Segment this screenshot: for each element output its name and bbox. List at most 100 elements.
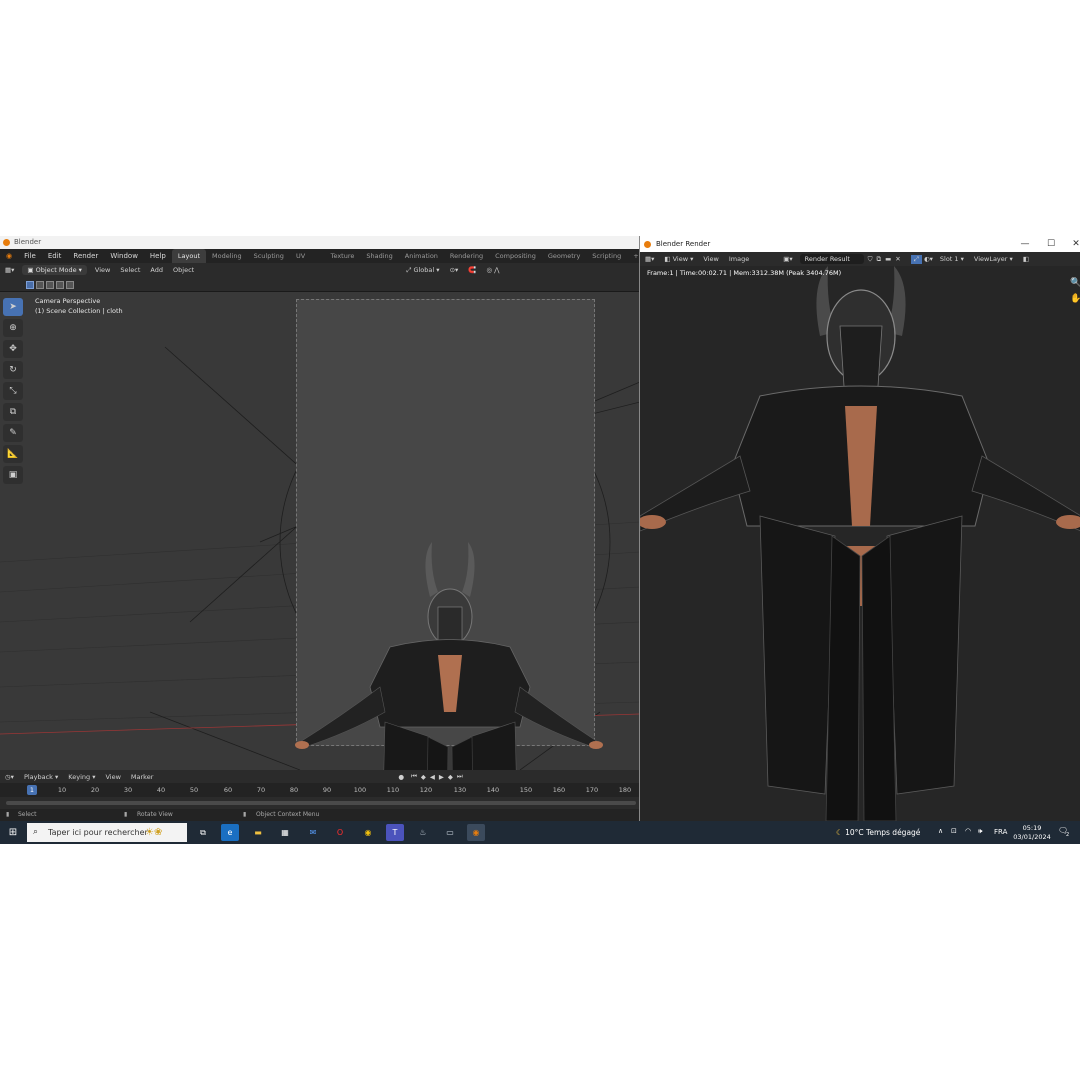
current-frame-indicator[interactable]: 1 [27,785,37,795]
zoom-icon[interactable]: 🔍 [1070,278,1080,288]
timeline-ruler[interactable]: 1 10 20 30 40 50 60 70 80 90 100 110 120… [0,783,640,797]
rotate-icon[interactable]: ↻ [3,361,23,379]
timeline-editor-icon[interactable]: ◷▾ [0,773,19,781]
menu-add[interactable]: Add [145,266,168,274]
select-invert-icon[interactable] [56,281,64,289]
character-model[interactable] [280,537,610,770]
select-new-icon[interactable] [26,281,34,289]
tab-compositing[interactable]: Compositing [489,249,542,263]
minimize-icon[interactable]: — [1017,236,1033,252]
viewlayer-dropdown[interactable]: ViewLayer ▾ [969,255,1018,263]
steam-icon[interactable]: ♨ [414,824,432,841]
menu-select[interactable]: Select [115,266,145,274]
jump-end-icon[interactable]: ⏭ [455,772,465,781]
jump-start-icon[interactable]: ⏮ [409,772,419,781]
windows-start-icon[interactable]: ⊞ [4,824,22,841]
blender-taskbar-icon[interactable]: ◉ [467,824,485,841]
prev-keyframe-icon[interactable]: ◆ [419,773,428,781]
image-editor-icon[interactable]: ▦▾ [640,255,659,263]
close-icon[interactable]: ✕ [1068,236,1080,252]
play-reverse-icon[interactable]: ◀ [428,773,437,781]
transform-icon[interactable]: ⧉ [3,403,23,421]
menu-keying[interactable]: Keying ▾ [63,773,100,781]
3d-viewport[interactable]: Camera Perspective (1) Scene Collection … [0,292,640,770]
record-icon[interactable]: ● [393,773,409,781]
add-cube-icon[interactable]: ▣ [3,466,23,484]
open-folder-icon[interactable]: ▬ [883,255,893,263]
unlink-icon[interactable]: ✕ [893,255,902,263]
opera-icon[interactable]: O [331,824,349,841]
network-icon[interactable]: ⊡ [951,827,957,835]
select-intersect-icon[interactable] [66,281,74,289]
render-view-dropdown[interactable]: ◧ View ▾ [659,255,698,263]
tab-texture-paint[interactable]: Texture Paint [325,249,361,274]
orientation-dropdown[interactable]: ⤢ Global ▾ [401,266,444,275]
tick-label: 20 [90,786,100,794]
store-icon[interactable]: ▦ [276,824,294,841]
pivot-icon[interactable]: ⊙▾ [445,266,464,274]
select-box-icon[interactable]: ➤ [3,298,23,316]
pan-hand-icon[interactable]: ✋ [1070,294,1080,304]
tab-rendering[interactable]: Rendering [444,249,489,263]
menu-playback[interactable]: Playback ▾ [19,773,63,781]
weather-widget[interactable]: ☾ 10°C Temps dégagé [836,821,920,844]
display-channels-icon[interactable]: ◐▾ [922,255,935,263]
menu-render[interactable]: Render [67,252,104,260]
menu-marker[interactable]: Marker [126,773,158,781]
blender-logo-menu-icon[interactable]: ◉ [0,252,18,260]
menu-object[interactable]: Object [168,266,199,274]
snap-icon[interactable]: 🧲 [463,266,481,274]
wifi-icon[interactable]: ◠ [965,827,971,835]
proportional-edit-icon[interactable]: ◎ ⋀ [481,266,504,274]
menu-view[interactable]: View [90,266,115,274]
play-icon[interactable]: ▶ [437,773,446,781]
mail-icon[interactable]: ✉ [304,824,322,841]
timeline-scrollbar[interactable] [6,801,636,805]
tab-uv-editing[interactable]: UV Editing [290,249,325,274]
cursor-icon[interactable]: ⊕ [3,319,23,337]
next-keyframe-icon[interactable]: ◆ [446,773,455,781]
teams-icon[interactable]: T [386,824,404,841]
menu-help[interactable]: Help [144,252,172,260]
file-explorer-icon[interactable]: ▬ [249,824,267,841]
render-image-area[interactable]: Frame:1 | Time:00:02.71 | Mem:3312.38M (… [640,266,1080,821]
duplicate-icon[interactable]: ⧉ [874,255,883,264]
tab-geometry-nodes[interactable]: Geometry Nodes [542,249,586,274]
pin-icon[interactable]: ⤢ [910,254,922,264]
render-menu-view[interactable]: View [698,255,723,263]
tab-modeling[interactable]: Modeling [206,249,248,263]
move-icon[interactable]: ✥ [3,340,23,358]
sidebar-toggle-icon[interactable]: ◧ [1018,255,1034,263]
menu-timeline-view[interactable]: View [100,773,125,781]
select-subtract-icon[interactable] [46,281,54,289]
tab-sculpting[interactable]: Sculpting [248,249,290,263]
fake-user-icon[interactable]: ⛉ [866,255,875,264]
measure-icon[interactable]: 📐 [3,445,23,463]
editor-type-icon[interactable]: ▦▾ [0,266,19,274]
volume-icon[interactable]: 🕪 [978,827,982,836]
menu-window[interactable]: Window [104,252,144,260]
select-extend-icon[interactable] [36,281,44,289]
maximize-icon[interactable]: ☐ [1043,236,1059,252]
render-menu-image[interactable]: Image [724,255,754,263]
annotate-icon[interactable]: ✎ [3,424,23,442]
chrome-icon[interactable]: ◉ [359,824,377,841]
scale-icon[interactable]: ⤡ [3,382,23,400]
taskbar-search-box[interactable]: ⌕ Taper ici pour rechercher ☀❀ [27,823,187,842]
slot-dropdown[interactable]: Slot 1 ▾ [935,255,969,263]
menu-edit[interactable]: Edit [42,252,68,260]
clock[interactable]: 05:19 03/01/2024 [1013,824,1051,842]
tray-chevron-icon[interactable]: ∧ [938,827,943,835]
edge-icon[interactable]: e [221,824,239,841]
tab-shading[interactable]: Shading [360,249,398,263]
menu-file[interactable]: File [18,252,42,260]
app-window-icon[interactable]: ▭ [441,824,459,841]
tab-layout[interactable]: Layout [171,249,206,263]
tab-animation[interactable]: Animation [399,249,444,263]
image-browse-icon[interactable]: ▣▾ [778,255,797,263]
object-mode-dropdown[interactable]: ▣ Object Mode ▾ [22,265,87,275]
language-indicator[interactable]: FRA [994,821,1007,844]
render-result-field[interactable]: Render Result [799,254,864,264]
tab-scripting[interactable]: Scripting [586,249,627,263]
task-view-icon[interactable]: ⧉ [194,824,212,841]
